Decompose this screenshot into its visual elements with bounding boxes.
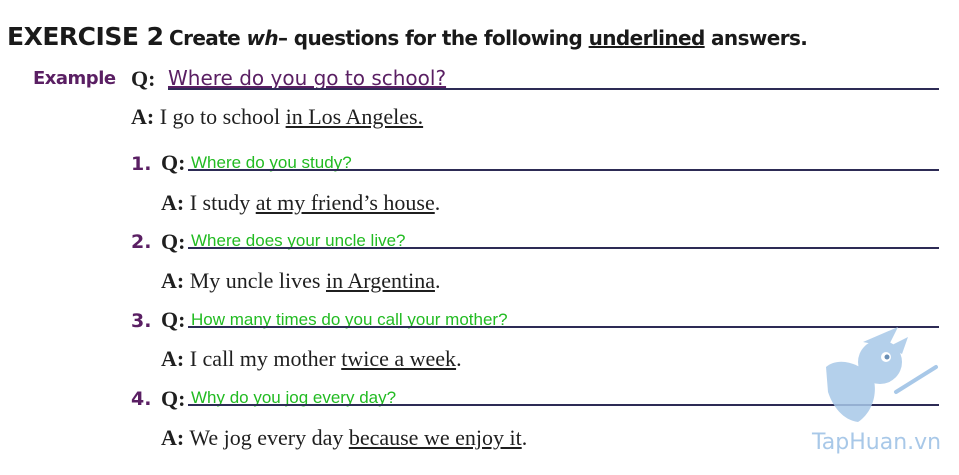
exercise-title: EXERCISE 2 xyxy=(7,22,164,51)
item-2-answer-line[interactable] xyxy=(188,247,939,249)
item-2-number: 2. xyxy=(131,231,152,253)
item-1-answer-row: A: I study at my friend’s house. xyxy=(161,190,441,215)
watermark-text: TapHuan.vn xyxy=(812,430,942,455)
item-2-q-label: Q: xyxy=(161,229,186,254)
item-2-answer-row: A: My uncle lives in Argentina. xyxy=(161,268,441,293)
example-answer-row: A: I go to school in Los Angeles. xyxy=(131,104,424,129)
item-1-number: 1. xyxy=(131,153,152,175)
item-3-answer-row: A: I call my mother twice a week. xyxy=(161,346,462,371)
example-question: Where do you go to school? xyxy=(168,66,447,90)
example-q-label: Q: xyxy=(131,66,156,91)
item-3-q-label: Q: xyxy=(161,307,186,332)
item-4-q-label: Q: xyxy=(161,386,186,411)
item-1-q-label: Q: xyxy=(161,150,186,175)
item-3-number: 3. xyxy=(131,310,152,332)
example-answer-line xyxy=(168,88,939,90)
example-tag: Example xyxy=(33,68,116,89)
item-1-answer-line[interactable] xyxy=(188,169,939,171)
item-4-answer-row: A: We jog every day because we enjoy it. xyxy=(161,425,528,450)
item-4-number: 4. xyxy=(131,388,152,410)
bird-mascot-icon xyxy=(826,327,938,422)
exercise-instruction: Create wh– questions for the following u… xyxy=(169,26,808,50)
